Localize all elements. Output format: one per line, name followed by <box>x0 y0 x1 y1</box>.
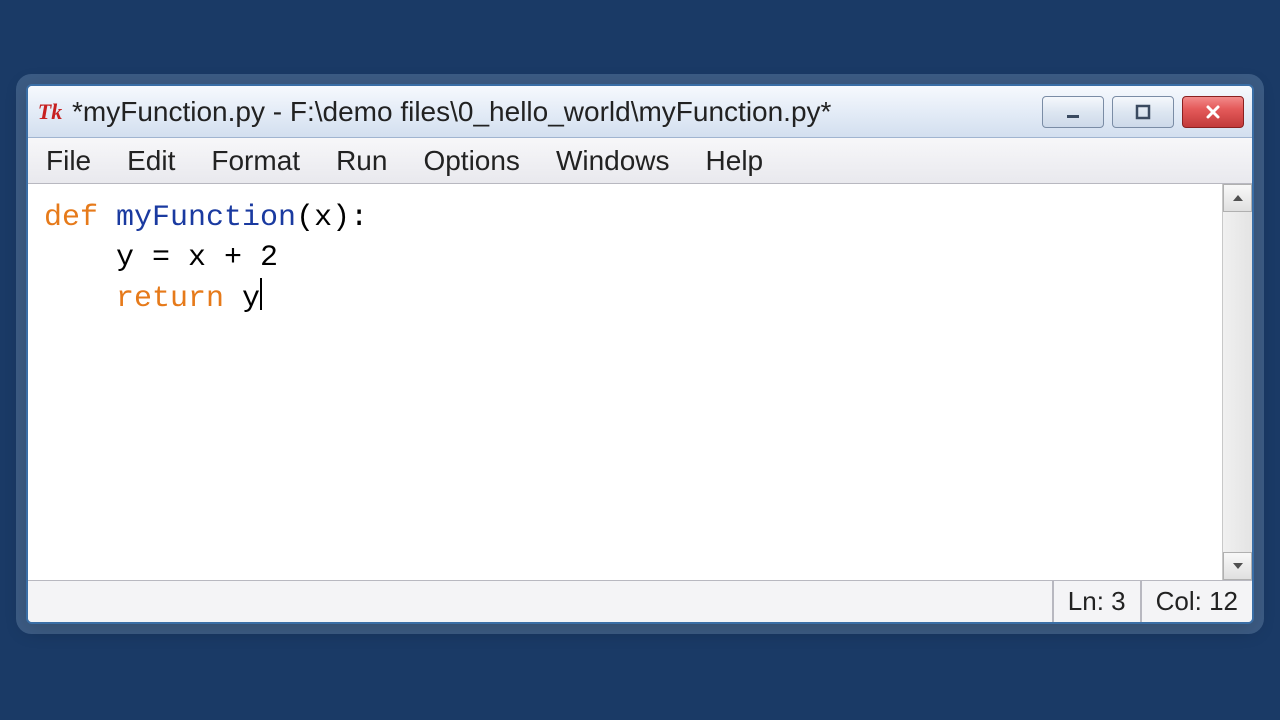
menu-help[interactable]: Help <box>700 143 770 179</box>
minimize-button[interactable] <box>1042 96 1104 128</box>
status-column: Col: 12 <box>1140 581 1252 622</box>
menu-file[interactable]: File <box>40 143 97 179</box>
menu-edit[interactable]: Edit <box>121 143 181 179</box>
close-button[interactable] <box>1182 96 1244 128</box>
menu-windows[interactable]: Windows <box>550 143 676 179</box>
status-line: Ln: 3 <box>1052 581 1140 622</box>
code-text: (x): <box>296 201 368 235</box>
scroll-up-button[interactable] <box>1223 184 1252 212</box>
scroll-down-button[interactable] <box>1223 552 1252 580</box>
vertical-scrollbar[interactable] <box>1222 184 1252 580</box>
editor-window: Tk *myFunction.py - F:\demo files\0_hell… <box>26 84 1254 624</box>
function-name: myFunction <box>98 201 296 235</box>
keyword-def: def <box>44 201 98 235</box>
code-text: y <box>224 282 260 316</box>
menu-format[interactable]: Format <box>205 143 306 179</box>
tk-logo-icon: Tk <box>36 98 64 126</box>
statusbar: Ln: 3 Col: 12 <box>28 580 1252 622</box>
keyword-return: return <box>44 282 224 316</box>
menu-run[interactable]: Run <box>330 143 393 179</box>
window-controls <box>1042 96 1244 128</box>
code-text: y = x + 2 <box>44 241 278 275</box>
menubar: File Edit Format Run Options Windows Hel… <box>28 138 1252 184</box>
code-editor[interactable]: def myFunction(x): y = x + 2 return y <box>28 184 1222 580</box>
maximize-button[interactable] <box>1112 96 1174 128</box>
editor-area: def myFunction(x): y = x + 2 return y <box>28 184 1252 580</box>
titlebar[interactable]: Tk *myFunction.py - F:\demo files\0_hell… <box>28 86 1252 138</box>
menu-options[interactable]: Options <box>417 143 526 179</box>
window-title: *myFunction.py - F:\demo files\0_hello_w… <box>72 96 1042 128</box>
text-cursor <box>260 278 262 310</box>
